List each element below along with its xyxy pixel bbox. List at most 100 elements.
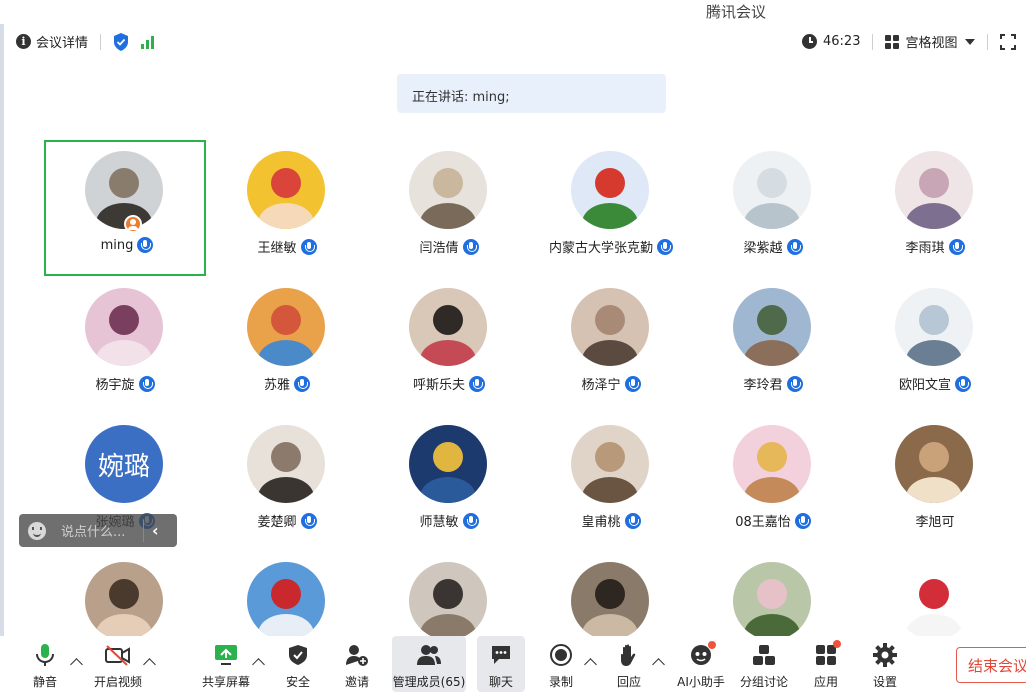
notification-dot xyxy=(833,640,841,648)
meeting-timer: 46:23 xyxy=(823,34,861,49)
manage-members-button[interactable]: 管理成员(65) xyxy=(392,636,466,692)
start-video-button[interactable]: 开启视频 xyxy=(92,636,144,692)
participant-name-row: 李旭可 xyxy=(854,511,1016,530)
chat-button[interactable]: 聊天 xyxy=(477,636,525,692)
manage-members-label: 管理成员(65) xyxy=(392,675,466,689)
microphone-icon xyxy=(138,375,155,392)
participant-name-row: 呼斯乐夫 xyxy=(368,374,530,393)
record-options-chevron-icon[interactable] xyxy=(584,658,597,671)
participant-tile[interactable]: 08王嘉怡 xyxy=(692,414,854,550)
app-title: 腾讯会议 xyxy=(706,3,767,21)
participant-tile[interactable]: 李雨琪 xyxy=(854,140,1016,276)
participant-name-row: 师慧敏 xyxy=(368,511,530,530)
chevron-left-icon[interactable]: ‹ xyxy=(152,521,159,540)
share-screen-label: 共享屏幕 xyxy=(201,675,250,689)
participant-name: 闫浩倩 xyxy=(419,241,459,256)
participant-tile[interactable]: 李玲君 xyxy=(692,277,854,413)
participant-tile[interactable]: 李旭可 xyxy=(854,414,1016,550)
start-video-label: 开启视频 xyxy=(93,675,142,689)
settings-label: 设置 xyxy=(872,675,897,689)
participant-name: ming xyxy=(100,237,134,253)
ai-assistant-icon xyxy=(688,641,716,668)
clock-icon xyxy=(802,34,817,49)
avatar xyxy=(733,151,811,229)
participant-name: 呼斯乐夫 xyxy=(412,378,465,393)
chat-input[interactable]: 说点什么... xyxy=(61,521,139,540)
end-meeting-button[interactable]: 结束会议 xyxy=(956,647,1026,683)
participant-name: 王继敏 xyxy=(257,241,297,256)
microphone-icon xyxy=(469,375,485,392)
avatar xyxy=(247,425,325,503)
react-options-chevron-icon[interactable] xyxy=(652,658,665,671)
microphone-icon xyxy=(794,512,811,529)
microphone-icon xyxy=(786,375,803,392)
apps-icon xyxy=(813,640,841,668)
fullscreen-icon[interactable] xyxy=(1000,33,1017,50)
apps-button[interactable]: 应用 xyxy=(812,636,841,692)
avatar xyxy=(571,288,649,366)
view-mode-selector[interactable]: 宫格视图 xyxy=(905,32,957,51)
participant-name-row: 苏雅 xyxy=(206,374,368,393)
ai-assistant-button[interactable]: AI小助手 xyxy=(676,636,726,692)
invite-button[interactable]: 邀请 xyxy=(343,636,371,692)
participant-tile[interactable]: 杨宇旋 xyxy=(44,277,206,413)
divider xyxy=(100,33,102,50)
settings-button[interactable]: 设置 xyxy=(871,636,899,692)
avatar xyxy=(733,288,811,366)
participant-tile[interactable]: ming xyxy=(44,140,206,276)
chevron-down-icon[interactable] xyxy=(965,38,976,45)
participant-tile[interactable]: 呼斯乐夫 xyxy=(368,277,530,413)
meeting-details-button[interactable]: 会议详情 xyxy=(36,32,88,51)
speaking-indicator: 正在讲话: ming; xyxy=(397,74,666,113)
avatar xyxy=(895,151,973,229)
react-button[interactable]: 回应 xyxy=(615,636,643,692)
mute-options-chevron-icon[interactable] xyxy=(70,658,83,671)
divider xyxy=(143,519,144,542)
microphone-icon xyxy=(300,512,317,529)
avatar xyxy=(571,562,649,640)
avatar xyxy=(733,562,811,640)
participant-tile[interactable]: 王继敏 xyxy=(206,140,368,276)
participant-name: 姜楚卿 xyxy=(257,515,297,530)
participant-name-row: 杨泽宁 xyxy=(530,374,692,393)
emoji-icon[interactable] xyxy=(28,521,46,540)
participant-name-row: 杨宇旋 xyxy=(44,374,206,393)
mute-button[interactable]: 静音 xyxy=(26,636,64,692)
record-label: 录制 xyxy=(548,675,573,689)
grid-view-icon[interactable] xyxy=(885,34,900,49)
top-toolbar: i 会议详情 46:23 宫格视图 xyxy=(4,28,1026,56)
security-button[interactable]: 安全 xyxy=(284,636,312,692)
participant-name: 欧阳文宣 xyxy=(898,378,951,393)
microphone-icon xyxy=(948,238,965,255)
participant-tile[interactable]: 闫浩倩 xyxy=(368,140,530,276)
share-options-chevron-icon[interactable] xyxy=(252,658,265,671)
info-icon[interactable]: i xyxy=(16,34,31,49)
participant-tile[interactable]: 欧阳文宣 xyxy=(854,277,1016,413)
record-button[interactable]: 录制 xyxy=(547,636,575,692)
security-label: 安全 xyxy=(285,675,310,689)
participant-tile[interactable]: 内蒙古大学张克勤 xyxy=(530,140,692,276)
breakout-icon xyxy=(751,642,777,668)
window-left-edge xyxy=(0,24,4,636)
participant-tile[interactable]: 杨泽宁 xyxy=(530,277,692,413)
avatar xyxy=(85,288,163,366)
apps-label: 应用 xyxy=(813,675,838,689)
avatar xyxy=(409,562,487,640)
participant-name: 08王嘉怡 xyxy=(735,515,791,530)
video-options-chevron-icon[interactable] xyxy=(143,658,156,671)
microphone-icon xyxy=(462,512,479,529)
chat-label: 聊天 xyxy=(488,675,513,689)
share-screen-button[interactable]: 共享屏幕 xyxy=(200,636,252,692)
participant-name-row: 08王嘉怡 xyxy=(692,511,854,530)
breakout-rooms-button[interactable]: 分组讨论 xyxy=(738,636,790,692)
shield-check-icon[interactable] xyxy=(113,32,129,51)
participant-name-row: 闫浩倩 xyxy=(368,237,530,256)
network-signal-icon[interactable] xyxy=(141,35,155,49)
participant-tile[interactable]: 姜楚卿 xyxy=(206,414,368,550)
avatar xyxy=(895,288,973,366)
participant-tile[interactable]: 梁紫越 xyxy=(692,140,854,276)
participant-tile[interactable]: 苏雅 xyxy=(206,277,368,413)
participant-tile[interactable]: 皇甫桃 xyxy=(530,414,692,550)
participant-name-row: 李雨琪 xyxy=(854,237,1016,256)
participant-tile[interactable]: 师慧敏 xyxy=(368,414,530,550)
